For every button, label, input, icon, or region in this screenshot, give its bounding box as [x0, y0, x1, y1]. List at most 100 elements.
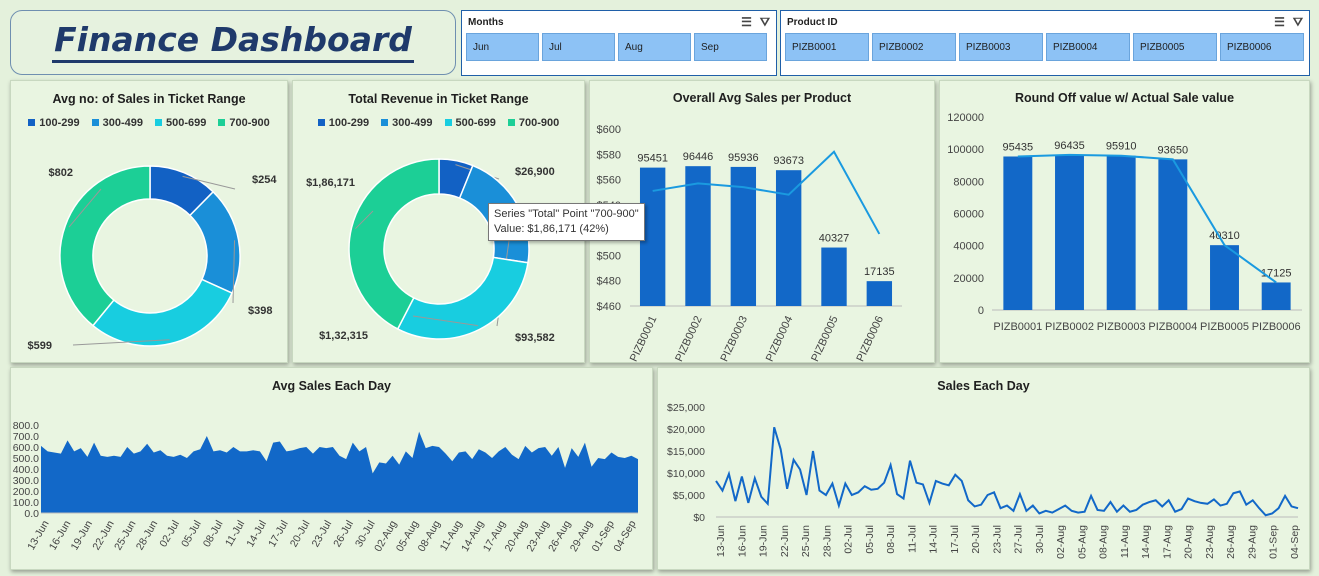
clear-filter-icon[interactable]: ⛛ — [1293, 15, 1303, 30]
donut-slice — [396, 256, 529, 340]
x-tick-label: 05-Jul — [864, 525, 876, 554]
bar-data-label: 40327 — [819, 233, 850, 245]
x-tick-label: 19-Jun — [758, 525, 770, 557]
donut-data-label: $1,32,315 — [319, 330, 368, 342]
slicer-item-jun[interactable]: Jun — [466, 33, 539, 61]
slicer-item-jul[interactable]: Jul — [542, 33, 615, 61]
y-tick-label: 500.0 — [13, 453, 39, 465]
avg-sales-each-day-panel[interactable]: Avg Sales Each Day 0.0 100.0 200.0 300.0 400… — [10, 367, 653, 570]
bar-data-label: 96446 — [683, 151, 714, 163]
y-tick-label: 600.0 — [13, 442, 39, 454]
multi-select-icon[interactable]: ☰ — [1274, 15, 1285, 30]
sales-each-day-panel[interactable]: Sales Each Day $0 $5,000 $10,000 $15,000 $20… — [657, 367, 1310, 570]
x-tick-label: 25-Jun — [800, 525, 812, 557]
slicer-item-sep[interactable]: Sep — [694, 33, 767, 61]
slicer-item-pizb0001[interactable]: PIZB0001 — [785, 33, 869, 61]
x-tick-label: 23-Aug — [1204, 525, 1216, 559]
x-tick-label: 22-Jun — [779, 525, 791, 557]
bar — [1106, 155, 1136, 310]
x-tick-label: 11-Jul — [223, 519, 247, 549]
slicer-item-aug[interactable]: Aug — [618, 33, 691, 61]
donut-data-label: $254 — [252, 174, 277, 186]
x-tick-label: 04-Sep — [1289, 525, 1301, 559]
y-tick-label: $20,000 — [667, 424, 705, 436]
area-series — [41, 431, 638, 513]
y-tick-label: 800.0 — [13, 420, 39, 432]
bar — [1055, 154, 1084, 310]
y-tick-label: 20000 — [953, 273, 984, 285]
donut-data-label: $599 — [28, 340, 52, 352]
area-chart[interactable]: 0.0100.0200.0300.0400.0500.0600.0700.080… — [11, 368, 654, 571]
x-tick-label: 08-Aug — [1098, 525, 1110, 559]
months-slicer[interactable]: Months ☰ ⛛ Jun Jul Aug Sep — [461, 10, 777, 76]
x-tick-label: 11-Aug — [1119, 525, 1131, 558]
months-slicer-header: Months — [468, 16, 504, 28]
y-tick-label: $15,000 — [667, 446, 705, 458]
bar-data-label: 95910 — [1106, 141, 1137, 153]
bar-data-label: 93673 — [773, 155, 804, 167]
slicer-item-pizb0003[interactable]: PIZB0003 — [959, 33, 1043, 61]
y-tick-label: $0 — [693, 512, 705, 524]
x-tick-label: 02-Jul — [843, 525, 855, 554]
x-tick-label: PIZB0004 — [1148, 321, 1197, 333]
x-tick-label: PIZB0001 — [628, 314, 660, 363]
x-tick-label: PIZB0002 — [1045, 321, 1094, 333]
bar — [1261, 282, 1291, 310]
slicer-item-pizb0004[interactable]: PIZB0004 — [1046, 33, 1130, 61]
x-tick-label: 01-Sep — [1268, 525, 1280, 559]
bar — [685, 166, 711, 306]
clear-filter-icon[interactable]: ⛛ — [760, 15, 770, 30]
multi-select-icon[interactable]: ☰ — [741, 15, 752, 30]
x-tick-label: 17-Jul — [266, 519, 291, 550]
line-chart[interactable]: $0 $5,000 $10,000 $15,000 $20,000 $25,000 13-J… — [658, 368, 1311, 571]
bar-chart[interactable]: 0 20000 40000 60000 80000 100000 120000 95435 PI… — [940, 81, 1311, 364]
x-tick-label: 02-Jul — [157, 519, 182, 550]
avg-sales-ticket-range-panel[interactable]: Avg no: of Sales in Ticket Range 100-299… — [10, 80, 288, 363]
x-tick-label: PIZB0003 — [1097, 321, 1146, 333]
slicer-item-pizb0005[interactable]: PIZB0005 — [1133, 33, 1217, 61]
y-tick-label: $460 — [597, 301, 621, 313]
product-id-slicer[interactable]: Product ID ☰ ⛛ PIZB0001 PIZB0002 PIZB000… — [780, 10, 1310, 76]
y-tick-label: 40000 — [953, 241, 984, 253]
slicer-item-pizb0002[interactable]: PIZB0002 — [872, 33, 956, 61]
donut-chart[interactable]: $254 $398 $599 $802 — [11, 81, 289, 364]
bar-data-label: 40310 — [1209, 230, 1240, 242]
y-tick-label: 400.0 — [13, 464, 39, 476]
y-tick-label: 60000 — [953, 209, 984, 221]
x-tick-label: 05-Jul — [179, 519, 204, 550]
x-tick-label: 20-Jul — [288, 519, 313, 550]
x-tick-label: 28-Jun — [134, 518, 161, 552]
y-tick-label: 80000 — [953, 176, 984, 188]
y-tick-label: $10,000 — [667, 468, 705, 480]
x-tick-label: 14-Aug — [1140, 525, 1152, 559]
y-tick-label: $600 — [597, 124, 621, 136]
bar-data-label: 17125 — [1261, 267, 1292, 279]
donut-data-label: $26,900 — [515, 166, 555, 178]
slicer-item-pizb0006[interactable]: PIZB0006 — [1220, 33, 1304, 61]
x-tick-label: 26-Aug — [1225, 525, 1237, 559]
x-tick-label: PIZB0004 — [764, 314, 796, 363]
bar-data-label: 95435 — [1003, 141, 1034, 153]
x-tick-label: 14-Jul — [244, 519, 269, 550]
bar-data-label: 95451 — [637, 153, 668, 165]
y-tick-label: 0 — [978, 305, 984, 317]
x-tick-label: PIZB0005 — [1200, 321, 1249, 333]
y-tick-label: 0.0 — [24, 508, 39, 520]
x-tick-label: 14-Jul — [928, 525, 940, 554]
bar-data-label: 93650 — [1158, 144, 1189, 156]
donut-slice — [188, 190, 241, 295]
y-tick-label: 100000 — [947, 144, 984, 156]
bar — [1158, 159, 1188, 310]
bar — [866, 281, 893, 306]
y-tick-label: 100.0 — [13, 497, 39, 509]
donut-data-label: $398 — [248, 305, 272, 317]
x-tick-label: 20-Aug — [1183, 525, 1195, 559]
y-tick-label: 700.0 — [13, 431, 39, 443]
x-tick-label: 23-Jul — [991, 525, 1003, 554]
donut-data-label: $802 — [49, 167, 73, 179]
x-tick-label: 30-Jul — [1034, 525, 1046, 554]
y-tick-label: $500 — [597, 250, 621, 262]
round-off-vs-actual-panel[interactable]: Round Off value w/ Actual Sale value 0 20… — [939, 80, 1310, 363]
bar-data-label: 17135 — [864, 266, 895, 278]
x-tick-label: 16-Jun — [736, 525, 748, 557]
